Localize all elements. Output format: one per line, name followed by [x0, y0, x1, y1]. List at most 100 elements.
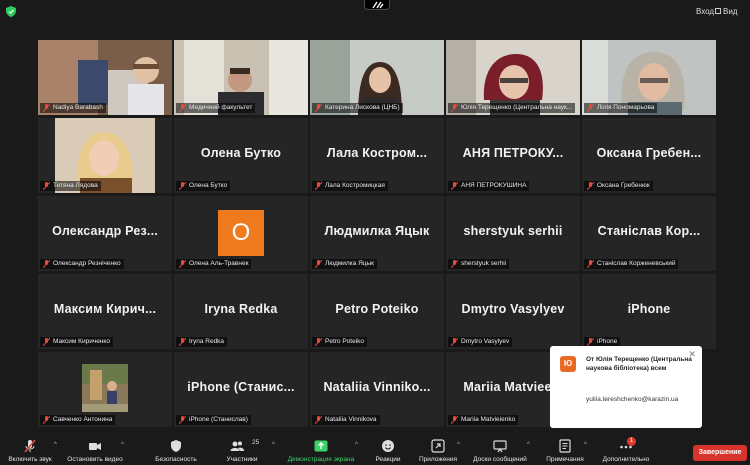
participant-tile[interactable]: iPhone iPhone	[582, 274, 716, 349]
participant-tile[interactable]: Медичний факультет	[174, 40, 308, 115]
view-button[interactable]: Вид	[723, 7, 737, 16]
participant-tile[interactable]: Оксана Гребен... Оксана Гребенюк	[582, 118, 716, 193]
participants-count: 25	[252, 439, 260, 446]
participant-tile[interactable]: Iryna Redka Iryna Redka	[174, 274, 308, 349]
muted-mic-icon	[587, 338, 594, 346]
participant-tile[interactable]: Nataliia Vinniko... Nataliia Vinnikova	[310, 352, 444, 427]
participant-label: Тетяна Лядова	[40, 181, 101, 191]
participant-tile[interactable]: sherstyuk serhii sherstyuk serhii	[446, 196, 580, 271]
muted-mic-icon	[315, 182, 322, 190]
close-icon[interactable]: ✕	[688, 349, 696, 360]
muted-mic-icon	[43, 104, 50, 112]
chevron-up-icon[interactable]: ^	[584, 442, 587, 448]
enter-button[interactable]: Вход	[696, 7, 714, 16]
meeting-info-icon	[372, 1, 384, 9]
participant-label: АНЯ ПЕТРОКУШИНА	[448, 181, 530, 191]
shield-icon	[171, 440, 181, 452]
chevron-up-icon[interactable]: ^	[355, 442, 358, 448]
participant-label: Оксана Гребенюк	[584, 181, 653, 191]
more-button[interactable]: Дополнительно	[596, 433, 656, 465]
meeting-info-button[interactable]	[364, 0, 390, 10]
participant-tile[interactable]: Олександр Рез... Олександр Резніченко	[38, 196, 172, 271]
participant-label: Савченко Антонина	[40, 415, 116, 425]
participant-tile[interactable]: Dmytro Vasylyev Dmytro Vasylyev	[446, 274, 580, 349]
unmute-button[interactable]: Включить звук	[2, 433, 58, 465]
participant-name: Лала Костром...	[326, 146, 428, 160]
share-screen-button[interactable]: Демонстрация экрана	[280, 433, 362, 465]
participant-label: Максим Кириченко	[40, 337, 113, 347]
muted-mic-icon	[587, 104, 594, 112]
participant-tile[interactable]: Катерина Лискова (ЦНБ)	[310, 40, 444, 115]
zoom-meeting-window: Вход Вид Nadiya Barabash Медичний факуль…	[0, 0, 750, 465]
participant-name: iPhone	[627, 302, 671, 316]
participant-label: Mariia Matvieienko	[448, 415, 519, 425]
stop-video-button[interactable]: Остановить видео	[60, 433, 130, 465]
participant-label: Катерина Лискова (ЦНБ)	[312, 103, 403, 113]
participants-button[interactable]: Участники	[216, 433, 268, 465]
end-meeting-button[interactable]: Завершение	[693, 445, 747, 461]
participant-tile[interactable]: iPhone (Станис... iPhone (Станислав)	[174, 352, 308, 427]
participant-label: Медичний факультет	[176, 103, 256, 113]
muted-mic-icon	[43, 260, 50, 268]
avatar: О	[218, 210, 264, 256]
muted-mic-icon	[179, 104, 186, 112]
participant-tile[interactable]: Станіслав Кор... Станіслав Корженевський	[582, 196, 716, 271]
muted-mic-icon	[315, 338, 322, 346]
chevron-up-icon[interactable]: ^	[457, 442, 460, 448]
share-screen-icon	[314, 440, 328, 452]
top-bar: Вход Вид	[0, 0, 750, 24]
participant-name: Iryna Redka	[204, 302, 278, 316]
chevron-up-icon[interactable]: ^	[121, 442, 124, 448]
participant-name: sherstyuk serhii	[463, 224, 563, 238]
muted-mic-icon	[315, 416, 322, 424]
profile-photo	[82, 364, 128, 412]
chevron-up-icon[interactable]: ^	[527, 442, 530, 448]
participant-label: Nadiya Barabash	[40, 103, 106, 113]
participant-tile[interactable]: О Олена Аль-Травнек	[174, 196, 308, 271]
chevron-up-icon[interactable]: ^	[54, 442, 57, 448]
security-button[interactable]: Безопасность	[146, 433, 206, 465]
participant-tile[interactable]: Nadiya Barabash	[38, 40, 172, 115]
participant-tile[interactable]: АНЯ ПЕТРОКУ... АНЯ ПЕТРОКУШИНА	[446, 118, 580, 193]
muted-mic-icon	[43, 338, 50, 346]
participant-tile[interactable]: Тетяна Лядова	[38, 118, 172, 193]
reactions-button[interactable]: Реакции	[370, 433, 406, 465]
participant-label: Лала Костромицкая	[312, 181, 388, 191]
participant-tile[interactable]: Олена Бутко Олена Бутко	[174, 118, 308, 193]
participant-name: Petro Poteiko	[335, 302, 419, 316]
notes-icon	[559, 439, 571, 453]
participant-name: Dmytro Vasylyev	[461, 302, 565, 316]
muted-mic-icon	[451, 104, 458, 112]
video-camera-icon	[89, 443, 101, 450]
apps-button[interactable]: Приложения	[414, 433, 462, 465]
participant-tile[interactable]: Максим Кирич... Максим Кириченко	[38, 274, 172, 349]
participant-label: Petro Poteiko	[312, 337, 368, 347]
muted-mic-icon	[179, 338, 186, 346]
muted-mic-icon	[43, 416, 50, 424]
muted-mic-icon	[179, 260, 186, 268]
whiteboards-button[interactable]: Доски сообщений	[466, 433, 534, 465]
muted-mic-icon	[451, 416, 458, 424]
participant-tile[interactable]: Савченко Антонина	[38, 352, 172, 427]
chat-message: yuliia.tereshchenko@karazin.ua	[586, 396, 679, 403]
meeting-toolbar: Включить звук ^ Остановить видео ^ Безоп…	[0, 433, 750, 465]
participant-tile[interactable]: Юлія Терещенко (Центральна наук...	[446, 40, 580, 115]
muted-mic-icon	[43, 182, 50, 190]
muted-mic-icon	[179, 182, 186, 190]
participant-tile[interactable]: Petro Poteiko Petro Poteiko	[310, 274, 444, 349]
active-speaker-tile[interactable]: Лілія Пономарьова	[582, 40, 716, 115]
chevron-up-icon[interactable]: ^	[272, 442, 275, 448]
participant-label: sherstyuk serhii	[448, 259, 510, 269]
participant-name: Максим Кирич...	[53, 302, 157, 316]
shield-icon[interactable]	[6, 6, 16, 17]
muted-mic-icon	[451, 338, 458, 346]
participant-name: Nataliia Vinniko...	[323, 380, 431, 394]
view-icon	[715, 8, 721, 14]
participant-name: Олена Бутко	[200, 146, 282, 160]
notes-button[interactable]: Примечания	[540, 433, 590, 465]
participants-icon	[230, 441, 244, 451]
chat-notification[interactable]: Ю От Юлія Терещенко (Центральна наукова …	[550, 346, 702, 428]
participant-tile[interactable]: Людмилка Яцык Людмилка Яцык	[310, 196, 444, 271]
emoji-icon	[382, 440, 394, 452]
participant-tile[interactable]: Лала Костром... Лала Костромицкая	[310, 118, 444, 193]
